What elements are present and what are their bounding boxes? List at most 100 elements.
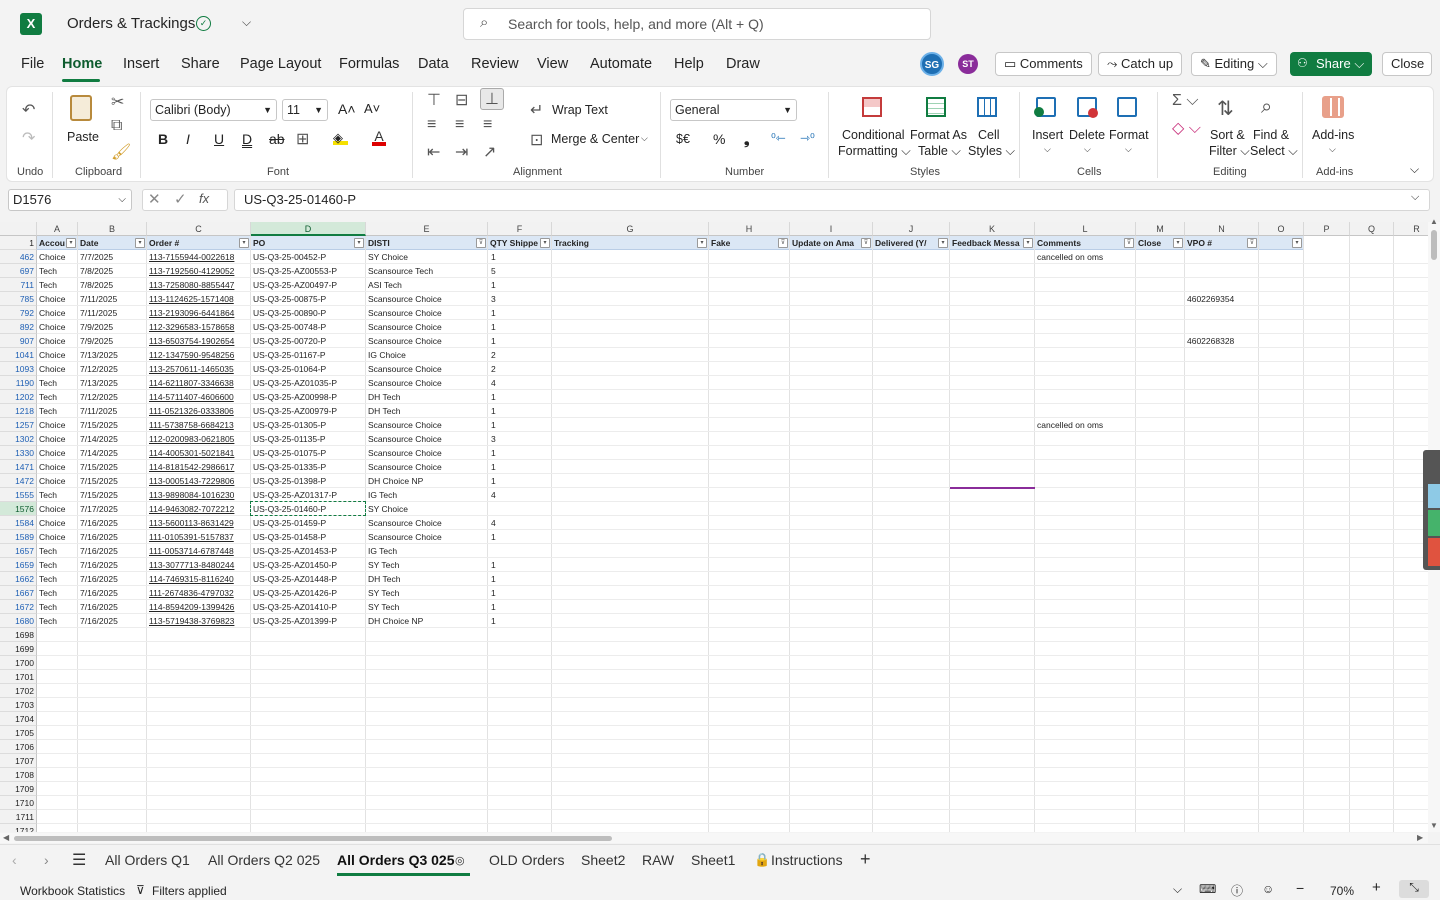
table-cell[interactable]: Scansource Choice bbox=[366, 306, 488, 320]
table-cell[interactable]: 111-2674836-4797032 bbox=[147, 586, 251, 600]
table-cell[interactable]: 113-9898084-1016230 bbox=[147, 488, 251, 502]
table-cell[interactable]: US-Q3-25-AZ01453-P bbox=[251, 544, 366, 558]
row-header[interactable]: 1710 bbox=[0, 796, 37, 810]
tab-raw[interactable]: RAW bbox=[642, 852, 674, 868]
row-header[interactable]: 697 bbox=[0, 264, 37, 278]
column-header-p[interactable]: P bbox=[1304, 222, 1350, 236]
menu-help[interactable]: Help bbox=[674, 56, 704, 72]
row-header[interactable]: 1706 bbox=[0, 740, 37, 754]
table-cell[interactable] bbox=[1185, 264, 1259, 278]
table-cell[interactable] bbox=[1035, 306, 1136, 320]
table-cell[interactable] bbox=[1185, 432, 1259, 446]
table-cell[interactable]: 2 bbox=[488, 348, 552, 362]
decrease-indent-icon[interactable]: ⇤ bbox=[427, 142, 440, 162]
row-header[interactable]: 1708 bbox=[0, 768, 37, 782]
orientation-icon[interactable]: ↗ bbox=[483, 142, 496, 162]
table-cell[interactable]: 114-8594209-1399426 bbox=[147, 600, 251, 614]
table-cell[interactable]: IG Tech bbox=[366, 488, 488, 502]
italic-icon[interactable]: I bbox=[186, 131, 190, 147]
table-cell[interactable]: 7/14/2025 bbox=[78, 446, 147, 460]
table-cell[interactable] bbox=[488, 502, 552, 516]
row-header[interactable]: 1302 bbox=[0, 432, 37, 446]
table-cell[interactable] bbox=[1035, 614, 1136, 628]
percent-icon[interactable]: % bbox=[713, 131, 725, 147]
column-title[interactable]: Tracking bbox=[552, 236, 709, 250]
filter-dropdown-icon[interactable]: ▾ bbox=[938, 238, 948, 248]
chevron-down-icon[interactable]: ⌵ bbox=[1044, 144, 1051, 155]
table-cell[interactable] bbox=[1035, 292, 1136, 306]
tab-sheet1[interactable]: Sheet1 bbox=[691, 852, 735, 868]
table-cell[interactable] bbox=[1035, 334, 1136, 348]
increase-font-icon[interactable]: A˄ bbox=[338, 101, 356, 117]
chevron-down-icon[interactable]: ⌵ bbox=[1125, 144, 1132, 155]
table-cell[interactable] bbox=[1185, 614, 1259, 628]
table-cell[interactable]: 111-0053714-6787448 bbox=[147, 544, 251, 558]
table-cell[interactable]: 7/16/2025 bbox=[78, 530, 147, 544]
row-header[interactable]: 1657 bbox=[0, 544, 37, 558]
table-cell[interactable]: 7/16/2025 bbox=[78, 586, 147, 600]
all-sheets-icon[interactable]: ☰ bbox=[72, 850, 86, 870]
zoom-in-icon[interactable]: + bbox=[1372, 879, 1381, 896]
add-ins-icon[interactable] bbox=[1322, 96, 1344, 118]
row-header[interactable]: 1041 bbox=[0, 348, 37, 362]
table-cell[interactable]: 7/16/2025 bbox=[78, 600, 147, 614]
comments-button[interactable]: ▭ Comments bbox=[995, 52, 1092, 76]
menu-data[interactable]: Data bbox=[418, 56, 449, 72]
table-cell[interactable] bbox=[1185, 488, 1259, 502]
table-cell[interactable]: 7/12/2025 bbox=[78, 390, 147, 404]
column-header-i[interactable]: I bbox=[790, 222, 873, 236]
merge-center-button[interactable]: Merge & Center bbox=[551, 132, 639, 146]
table-cell[interactable]: IG Choice bbox=[366, 348, 488, 362]
table-cell[interactable]: DH Tech bbox=[366, 572, 488, 586]
row-header[interactable]: 892 bbox=[0, 320, 37, 334]
table-cell[interactable] bbox=[1185, 544, 1259, 558]
filter-dropdown-icon[interactable]: ⊽ bbox=[1124, 238, 1134, 248]
table-cell[interactable]: 7/12/2025 bbox=[78, 362, 147, 376]
column-header-h[interactable]: H bbox=[709, 222, 790, 236]
table-cell[interactable]: Scansource Choice bbox=[366, 334, 488, 348]
format-painter-icon[interactable]: 🖌 bbox=[111, 142, 131, 162]
table-cell[interactable]: Tech bbox=[37, 586, 78, 600]
formula-input[interactable]: US-Q3-25-01460-P bbox=[234, 189, 1430, 211]
zoom-level[interactable]: 70% bbox=[1330, 884, 1354, 898]
table-cell[interactable]: Tech bbox=[37, 376, 78, 390]
table-cell[interactable]: SY Tech bbox=[366, 558, 488, 572]
scroll-up-icon[interactable]: ▲ bbox=[1430, 217, 1438, 226]
row-header[interactable]: 1680 bbox=[0, 614, 37, 628]
table-cell[interactable]: 4 bbox=[488, 376, 552, 390]
table-cell[interactable]: 2 bbox=[488, 362, 552, 376]
avatar[interactable]: SG bbox=[920, 52, 944, 76]
row-header[interactable]: 1093 bbox=[0, 362, 37, 376]
table-cell[interactable]: Scansource Choice bbox=[366, 362, 488, 376]
name-box[interactable]: D1576 ⌵ bbox=[8, 189, 132, 211]
insert-cells-button[interactable]: Insert bbox=[1032, 128, 1063, 142]
column-title[interactable]: Order # bbox=[147, 236, 251, 250]
table-cell[interactable] bbox=[1185, 362, 1259, 376]
menu-review[interactable]: Review bbox=[471, 56, 519, 72]
column-header-f[interactable]: F bbox=[488, 222, 552, 236]
table-cell[interactable]: cancelled on oms bbox=[1035, 418, 1136, 432]
table-cell[interactable]: 5 bbox=[488, 264, 552, 278]
side-panel-tab[interactable] bbox=[1428, 538, 1440, 566]
table-cell[interactable]: SY Tech bbox=[366, 586, 488, 600]
table-cell[interactable] bbox=[1185, 348, 1259, 362]
table-cell[interactable]: 1 bbox=[488, 390, 552, 404]
font-size-select[interactable]: 11 ▼ bbox=[282, 99, 328, 121]
table-cell[interactable]: 1 bbox=[488, 334, 552, 348]
menu-view[interactable]: View bbox=[537, 56, 568, 72]
column-header-l[interactable]: L bbox=[1035, 222, 1136, 236]
select-all-corner[interactable] bbox=[0, 222, 37, 236]
table-cell[interactable] bbox=[1185, 320, 1259, 334]
table-cell[interactable]: Choice bbox=[37, 516, 78, 530]
table-cell[interactable]: 114-9463082-7072212 bbox=[147, 502, 251, 516]
table-cell[interactable] bbox=[1035, 544, 1136, 558]
table-cell[interactable] bbox=[1035, 488, 1136, 502]
column-title[interactable]: Comments bbox=[1035, 236, 1136, 250]
chevron-down-icon[interactable]: ⌵ bbox=[1329, 144, 1336, 155]
row-header[interactable]: 1672 bbox=[0, 600, 37, 614]
column-header-o[interactable]: O bbox=[1259, 222, 1304, 236]
table-cell[interactable]: 1 bbox=[488, 572, 552, 586]
tab-instructions[interactable]: Instructions bbox=[771, 852, 843, 868]
table-cell[interactable]: Choice bbox=[37, 446, 78, 460]
fill-color-icon[interactable]: ◈ bbox=[333, 130, 348, 145]
